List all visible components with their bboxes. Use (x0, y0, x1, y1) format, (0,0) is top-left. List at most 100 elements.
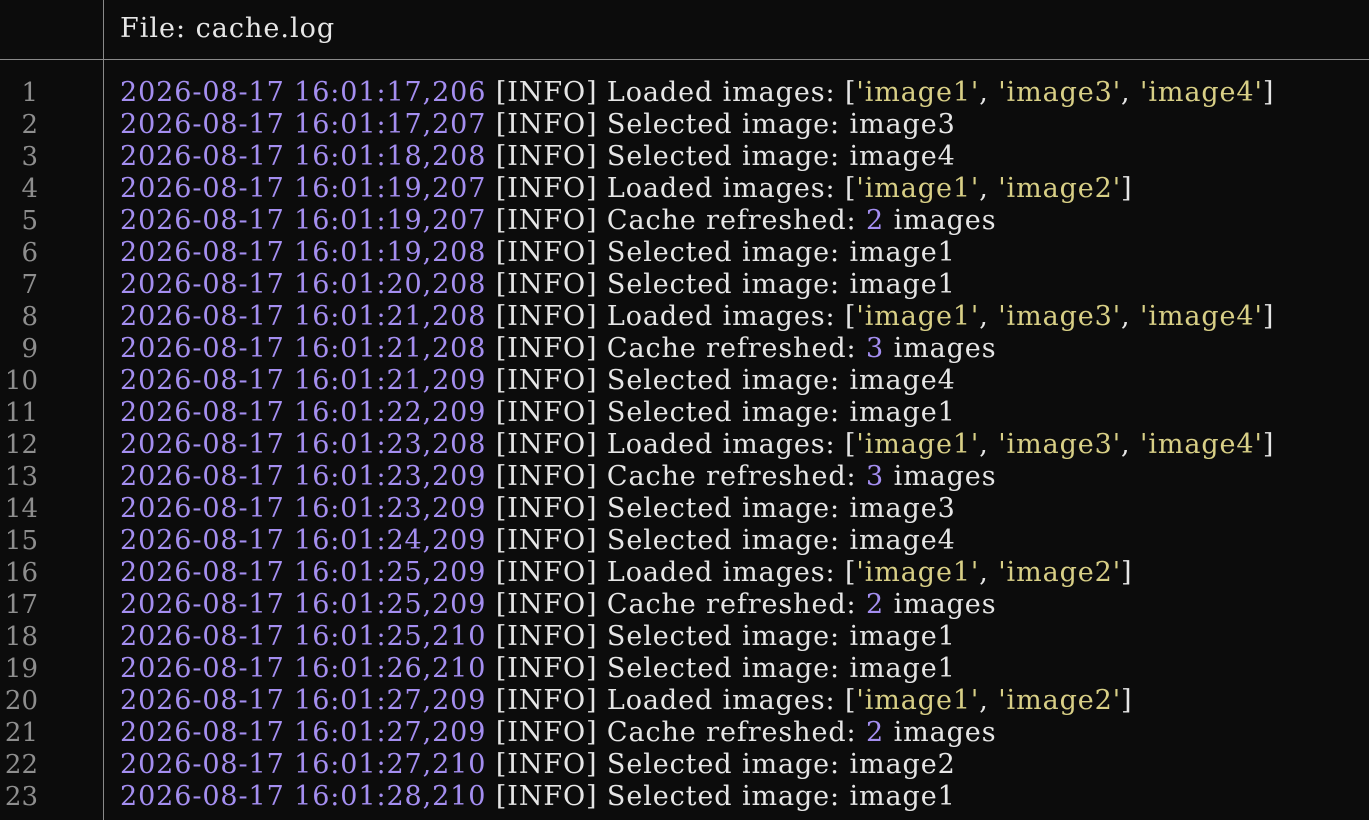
log-message: [INFO] Selected image: image3 (486, 493, 956, 524)
log-line[interactable]: 9 2026-08-17 16:01:21,208 [INFO] Cache re… (0, 333, 1369, 365)
log-message: [INFO] Loaded images: [ (486, 429, 857, 460)
log-text: 2026-08-17 16:01:21,208 [INFO] Cache ref… (120, 333, 996, 365)
line-number: 10 (4, 366, 38, 396)
line-number: 5 (21, 206, 38, 236)
number-literal: 2 (866, 205, 885, 236)
log-line[interactable]: 10 2026-08-17 16:01:21,209 [INFO] Selecte… (0, 365, 1369, 397)
timestamp: 2026-08-17 16:01:25,210 (120, 621, 487, 652)
log-line[interactable]: 15 2026-08-17 16:01:24,209 [INFO] Selecte… (0, 525, 1369, 557)
log-view[interactable]: 1 2026-08-17 16:01:17,206 [INFO] Loaded i… (0, 77, 1369, 813)
log-line[interactable]: 23 2026-08-17 16:01:28,210 [INFO] Selecte… (0, 781, 1369, 813)
log-message: ] (1121, 173, 1133, 204)
log-line[interactable]: 11 2026-08-17 16:01:22,209 [INFO] Selecte… (0, 397, 1369, 429)
log-message: [INFO] Loaded images: [ (486, 173, 857, 204)
log-line[interactable]: 19 2026-08-17 16:01:26,210 [INFO] Selecte… (0, 653, 1369, 685)
log-line[interactable]: 16 2026-08-17 16:01:25,209 [INFO] Loaded … (0, 557, 1369, 589)
log-message: [INFO] Selected image: image1 (486, 781, 956, 812)
log-line[interactable]: 12 2026-08-17 16:01:23,208 [INFO] Loaded … (0, 429, 1369, 461)
string-literal: 'image3' (998, 429, 1122, 460)
log-message: [INFO] Selected image: image1 (486, 397, 956, 428)
string-literal: 'image2' (998, 173, 1122, 204)
line-number: 1 (21, 78, 38, 108)
line-number: 14 (4, 494, 38, 524)
log-text: 2026-08-17 16:01:23,209 [INFO] Selected … (120, 493, 956, 525)
log-line[interactable]: 4 2026-08-17 16:01:19,207 [INFO] Loaded i… (0, 173, 1369, 205)
log-message: , (979, 557, 999, 588)
log-line[interactable]: 1 2026-08-17 16:01:17,206 [INFO] Loaded i… (0, 77, 1369, 109)
timestamp: 2026-08-17 16:01:19,207 (120, 173, 487, 204)
log-line[interactable]: 14 2026-08-17 16:01:23,209 [INFO] Selecte… (0, 493, 1369, 525)
file-title: File: cache.log (120, 13, 336, 44)
line-number: 11 (4, 398, 38, 428)
log-line[interactable]: 5 2026-08-17 16:01:19,207 [INFO] Cache re… (0, 205, 1369, 237)
log-text: 2026-08-17 16:01:17,206 [INFO] Loaded im… (120, 77, 1274, 109)
number-literal: 2 (866, 589, 885, 620)
log-line[interactable]: 7 2026-08-17 16:01:20,208 [INFO] Selected… (0, 269, 1369, 301)
log-message: [INFO] Selected image: image4 (486, 365, 956, 396)
number-literal: 2 (866, 717, 885, 748)
line-number: 22 (4, 750, 38, 780)
log-message: , (979, 77, 999, 108)
line-number: 18 (4, 622, 38, 652)
log-text: 2026-08-17 16:01:21,209 [INFO] Selected … (120, 365, 956, 397)
log-line[interactable]: 3 2026-08-17 16:01:18,208 [INFO] Selected… (0, 141, 1369, 173)
line-number: 23 (4, 782, 38, 812)
string-literal: 'image2' (998, 557, 1122, 588)
line-number: 4 (21, 174, 38, 204)
log-message: ] (1262, 429, 1275, 460)
log-message: , (1121, 77, 1141, 108)
log-text: 2026-08-17 16:01:27,209 [INFO] Loaded im… (120, 685, 1132, 717)
line-number: 21 (4, 718, 38, 748)
number-literal: 3 (866, 461, 885, 492)
log-line[interactable]: 20 2026-08-17 16:01:27,209 [INFO] Loaded … (0, 685, 1369, 717)
log-line[interactable]: 2 2026-08-17 16:01:17,207 [INFO] Selected… (0, 109, 1369, 141)
log-text: 2026-08-17 16:01:25,209 [INFO] Loaded im… (120, 557, 1132, 589)
line-number: 15 (4, 526, 38, 556)
log-message: [INFO] Cache refreshed: (486, 333, 867, 364)
timestamp: 2026-08-17 16:01:25,209 (120, 589, 487, 620)
line-number: 7 (21, 270, 38, 300)
timestamp: 2026-08-17 16:01:26,210 (120, 653, 487, 684)
string-literal: 'image1' (856, 77, 980, 108)
log-message: [INFO] Selected image: image1 (486, 237, 956, 268)
timestamp: 2026-08-17 16:01:17,207 (120, 109, 487, 140)
line-number: 13 (4, 462, 38, 492)
log-line[interactable]: 6 2026-08-17 16:01:19,208 [INFO] Selected… (0, 237, 1369, 269)
log-text: 2026-08-17 16:01:21,208 [INFO] Loaded im… (120, 301, 1274, 333)
log-line[interactable]: 18 2026-08-17 16:01:25,210 [INFO] Selecte… (0, 621, 1369, 653)
timestamp: 2026-08-17 16:01:18,208 (120, 141, 487, 172)
string-literal: 'image3' (998, 301, 1122, 332)
line-number: 2 (21, 110, 38, 140)
log-line[interactable]: 22 2026-08-17 16:01:27,210 [INFO] Selecte… (0, 749, 1369, 781)
timestamp: 2026-08-17 16:01:25,209 (120, 557, 487, 588)
string-literal: 'image1' (856, 429, 980, 460)
log-line[interactable]: 13 2026-08-17 16:01:23,209 [INFO] Cache r… (0, 461, 1369, 493)
line-number: 3 (21, 142, 38, 172)
timestamp: 2026-08-17 16:01:23,209 (120, 461, 487, 492)
log-text: 2026-08-17 16:01:25,209 [INFO] Cache ref… (120, 589, 996, 621)
string-literal: 'image1' (856, 173, 980, 204)
log-text: 2026-08-17 16:01:22,209 [INFO] Selected … (120, 397, 956, 429)
timestamp: 2026-08-17 16:01:19,208 (120, 237, 487, 268)
log-message: , (979, 301, 999, 332)
line-number: 20 (4, 686, 38, 716)
log-text: 2026-08-17 16:01:17,207 [INFO] Selected … (120, 109, 956, 141)
string-literal: 'image1' (856, 301, 980, 332)
log-text: 2026-08-17 16:01:23,209 [INFO] Cache ref… (120, 461, 996, 493)
string-literal: 'image1' (856, 685, 980, 716)
log-text: 2026-08-17 16:01:19,207 [INFO] Loaded im… (120, 173, 1132, 205)
log-message: , (979, 173, 999, 204)
timestamp: 2026-08-17 16:01:27,209 (120, 717, 487, 748)
log-text: 2026-08-17 16:01:19,207 [INFO] Cache ref… (120, 205, 996, 237)
log-message: [INFO] Loaded images: [ (486, 77, 857, 108)
log-text: 2026-08-17 16:01:26,210 [INFO] Selected … (120, 653, 956, 685)
string-literal: 'image1' (856, 557, 980, 588)
timestamp: 2026-08-17 16:01:23,209 (120, 493, 487, 524)
timestamp: 2026-08-17 16:01:28,210 (120, 781, 487, 812)
log-line[interactable]: 8 2026-08-17 16:01:21,208 [INFO] Loaded i… (0, 301, 1369, 333)
log-line[interactable]: 21 2026-08-17 16:01:27,209 [INFO] Cache r… (0, 717, 1369, 749)
log-line[interactable]: 17 2026-08-17 16:01:25,209 [INFO] Cache r… (0, 589, 1369, 621)
timestamp: 2026-08-17 16:01:24,209 (120, 525, 487, 556)
timestamp: 2026-08-17 16:01:21,208 (120, 333, 487, 364)
log-message: [INFO] Selected image: image2 (486, 749, 956, 780)
